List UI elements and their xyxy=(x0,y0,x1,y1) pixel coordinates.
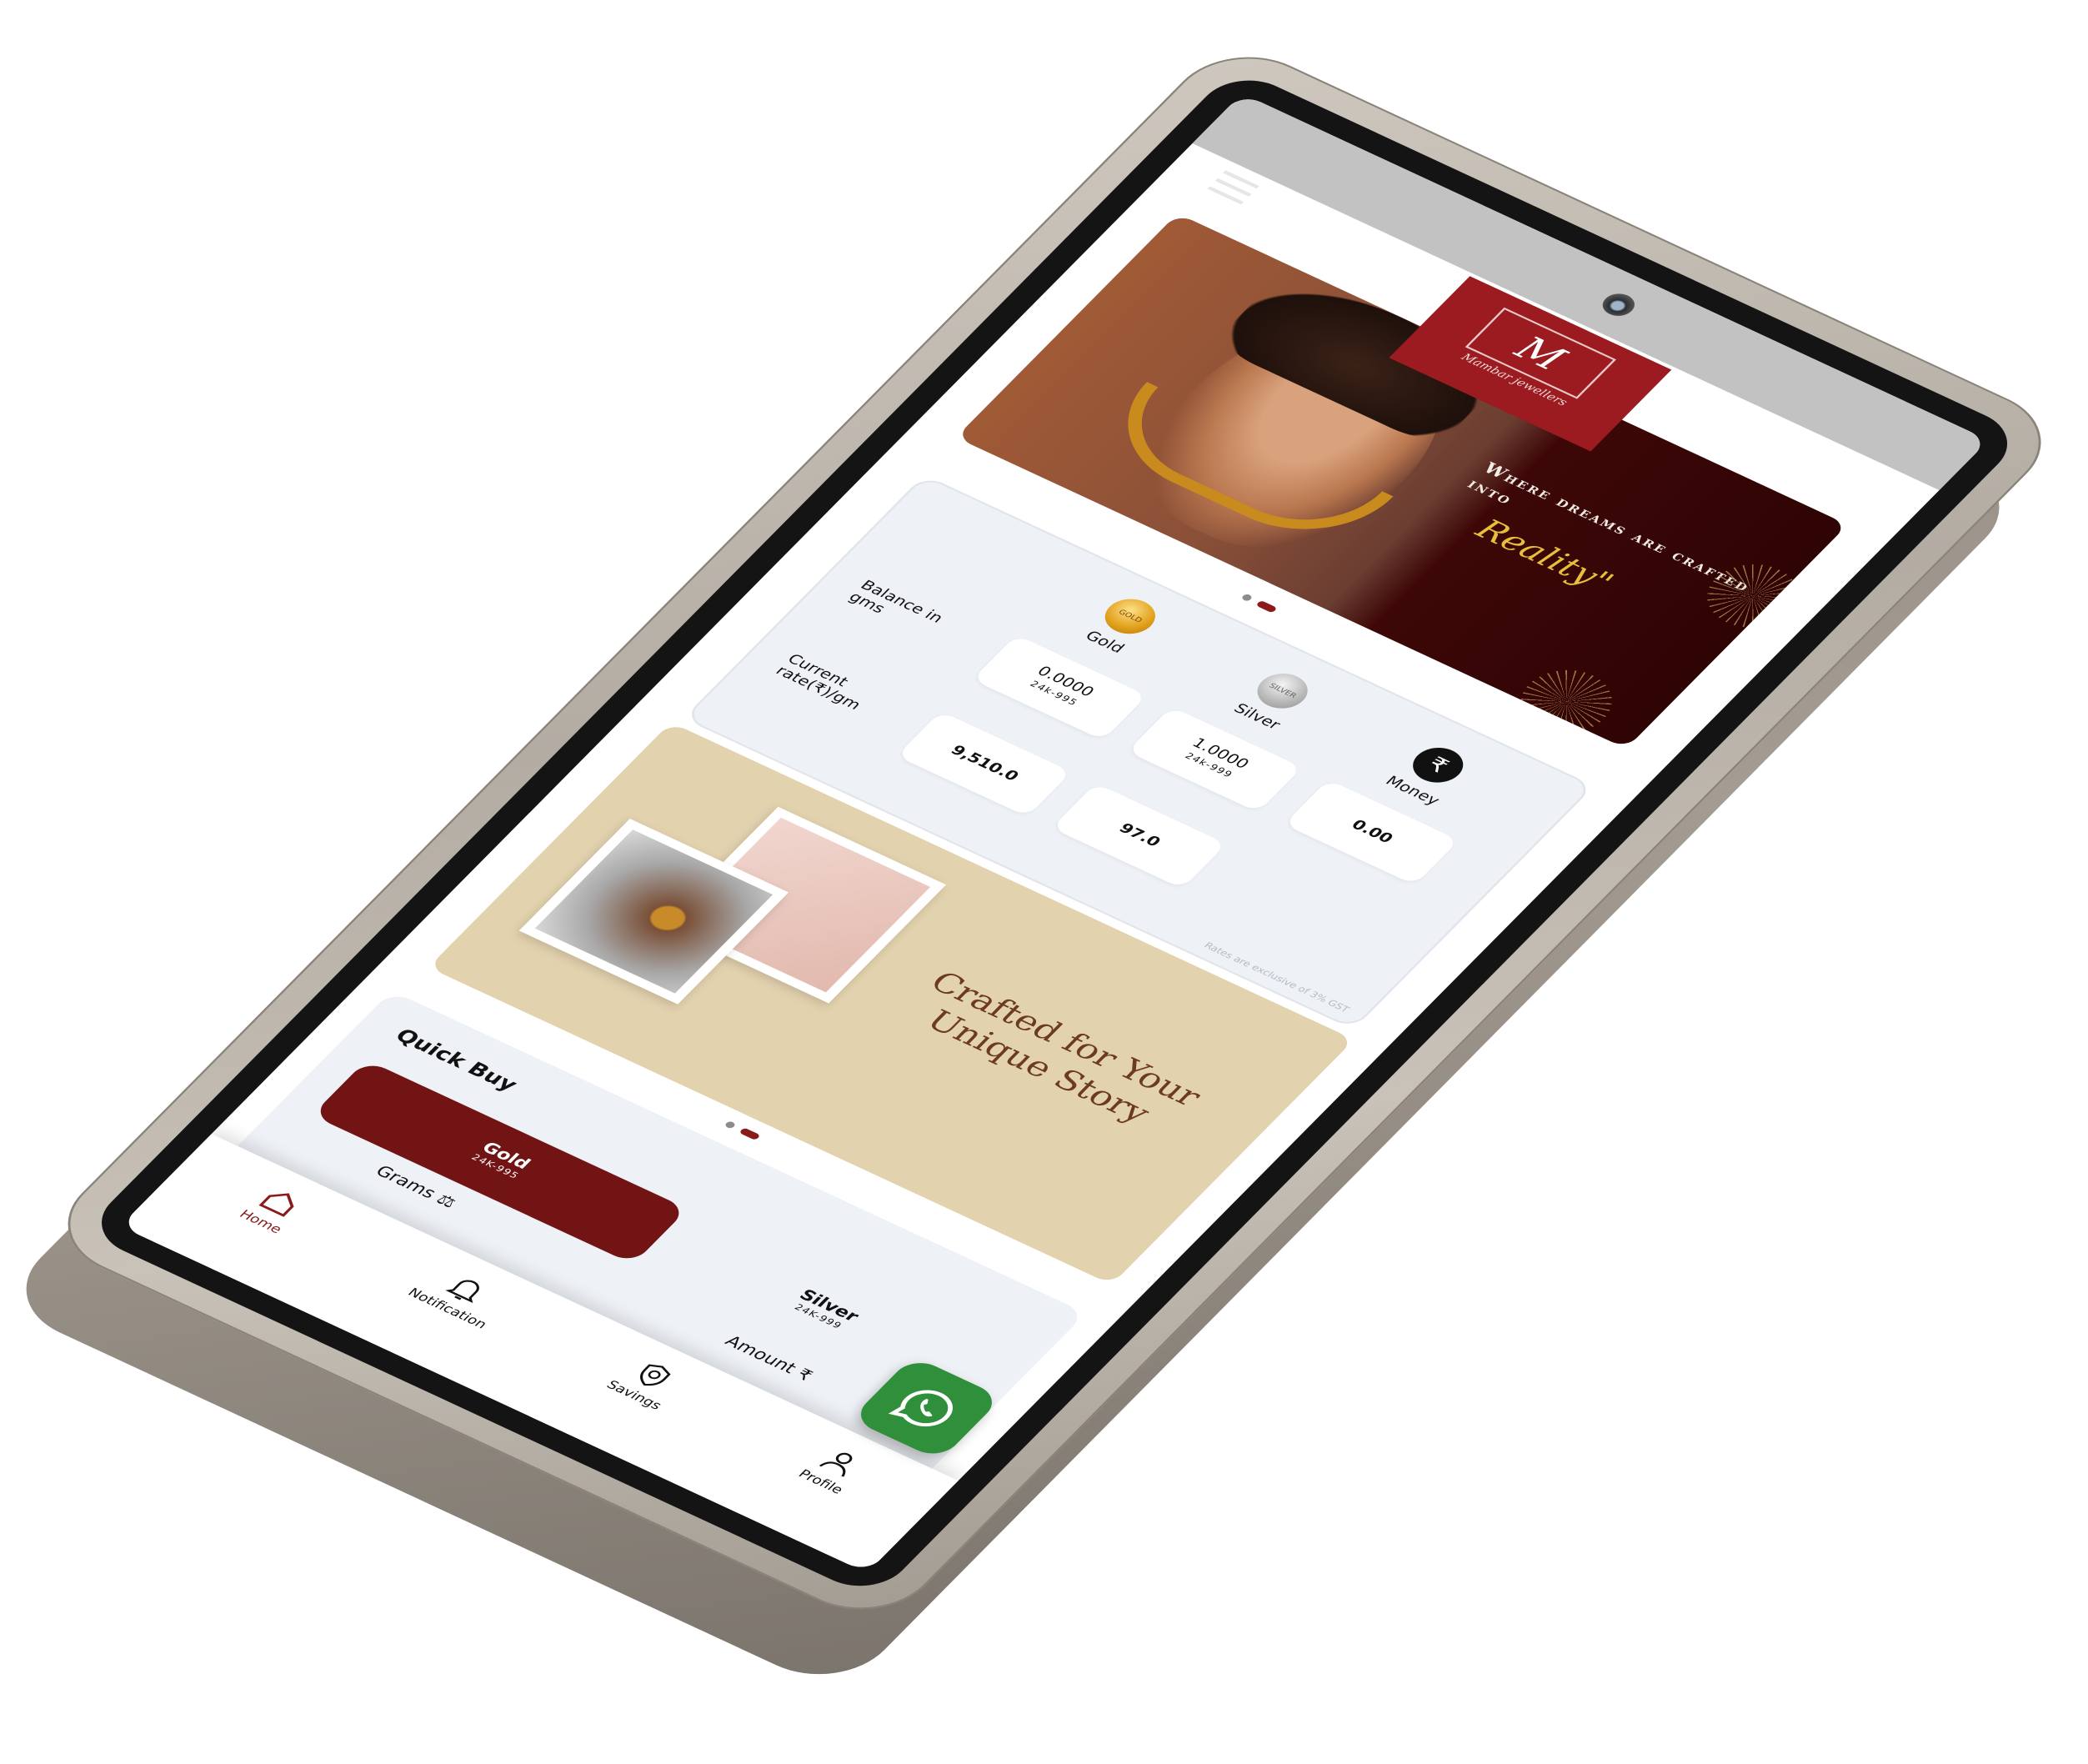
rupee-icon: ₹ xyxy=(791,1366,815,1386)
promo-text: Crafted for Your Unique Story xyxy=(917,965,1209,1130)
balance-label: Balance in gms xyxy=(844,577,947,626)
gold-burst-decoration xyxy=(1503,658,1630,746)
dot[interactable] xyxy=(724,1120,737,1130)
scale-icon: ⚖ xyxy=(431,1191,460,1213)
rate-label: Current rate(₹)/gm xyxy=(772,651,865,713)
app-screen: M Mambar jewellers Where dreams are craf… xyxy=(120,93,1989,1573)
dot-active[interactable] xyxy=(739,1127,761,1141)
banner-pagination[interactable] xyxy=(1240,593,1278,614)
tab-silver-label: Silver xyxy=(794,1287,862,1326)
menu-icon[interactable] xyxy=(1207,170,1259,205)
amount-label: Amount xyxy=(719,1334,799,1378)
tab-gold-label: Gold xyxy=(477,1140,533,1174)
promo-pagination[interactable] xyxy=(724,1120,761,1141)
silver-rate: 97.0 xyxy=(1051,783,1227,889)
gold-rate: 9,510.0 xyxy=(896,711,1072,817)
dot[interactable] xyxy=(1240,593,1254,603)
dot-active[interactable] xyxy=(1255,599,1278,614)
whatsapp-icon xyxy=(888,1390,953,1427)
camera-icon xyxy=(1596,289,1641,320)
